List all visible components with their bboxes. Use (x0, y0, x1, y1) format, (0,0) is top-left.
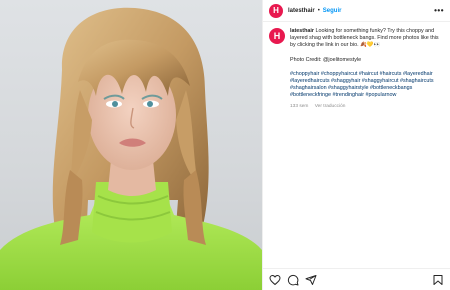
caption-avatar[interactable]: H (269, 28, 285, 44)
instagram-post: H latesthair • Seguir ••• H latesthair L… (0, 0, 450, 290)
follow-button[interactable]: Seguir (323, 8, 342, 14)
comment-icon[interactable] (287, 274, 299, 286)
post-photo[interactable] (0, 0, 262, 290)
portrait-illustration (0, 7, 262, 290)
caption-meta: 133 sem Ver traducción (290, 103, 444, 110)
separator-dot: • (317, 7, 320, 14)
caption-username[interactable]: latesthair (290, 28, 314, 34)
see-translation-link[interactable]: Ver traducción (315, 104, 346, 109)
photo-credit[interactable]: Photo Credit: @joelitomestyle (290, 57, 444, 64)
post-age: 133 sem (290, 103, 309, 109)
caption-text: latesthair Looking for something funky? … (290, 28, 444, 50)
more-options-icon[interactable]: ••• (434, 6, 444, 15)
username-link[interactable]: latesthair (288, 8, 315, 14)
avatar[interactable]: H (269, 3, 283, 18)
caption-body: latesthair Looking for something funky? … (290, 28, 444, 110)
bookmark-icon[interactable] (432, 274, 444, 286)
post-header: H latesthair • Seguir ••• (263, 0, 450, 22)
share-icon[interactable] (305, 274, 317, 286)
post-sidebar: H latesthair • Seguir ••• H latesthair L… (262, 0, 450, 290)
heart-icon[interactable] (269, 274, 281, 286)
caption: H latesthair Looking for something funky… (263, 22, 450, 110)
hashtags[interactable]: #choppyhair #choppyhaircut #haircut #hai… (290, 71, 444, 100)
action-bar (263, 268, 450, 290)
